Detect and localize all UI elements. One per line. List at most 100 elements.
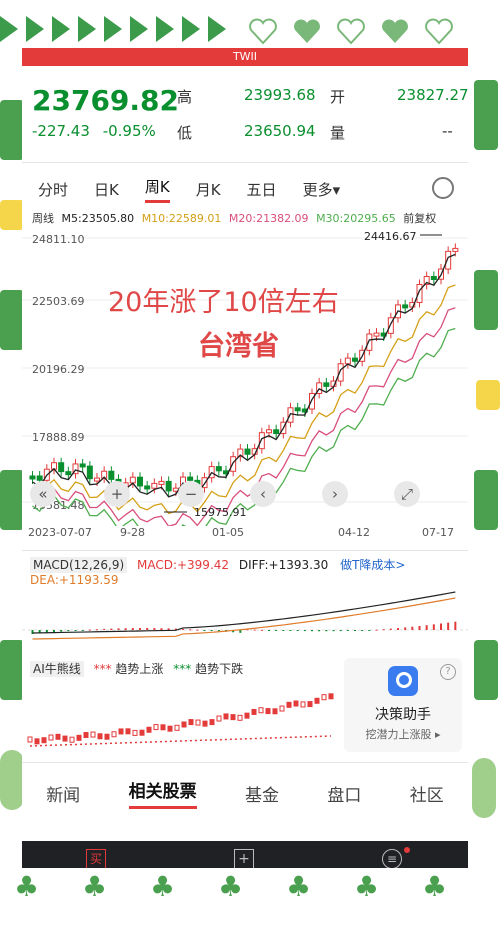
macd-bar [96, 629, 98, 631]
assistant-subtitle: 挖潜力上涨股 ▸ [365, 728, 441, 741]
ai-candle [167, 725, 173, 732]
macd-bar [454, 621, 457, 630]
candle [165, 480, 172, 492]
tab-monthly-k[interactable]: 月K [196, 179, 221, 200]
macd-bar [296, 630, 299, 631]
tab-related-stocks[interactable]: 相关股票 [128, 777, 197, 809]
up-trend-marker: *** [93, 662, 112, 676]
macd-bar [53, 630, 55, 633]
ma10-value: M10:22589.01 [141, 212, 222, 225]
period-tabs: 分时 日K 周K 月K 五日 更多▾ [22, 173, 468, 205]
ma30-value: M30:20295.65 [316, 212, 396, 225]
y-tick-label: 20196.29 [32, 363, 85, 376]
macd-bar [110, 628, 113, 630]
ai-candle [279, 705, 285, 712]
tab-intraday[interactable]: 分时 [38, 179, 68, 200]
macd-bar [318, 630, 321, 632]
ai-candle [125, 728, 131, 735]
volume-label: 量 [330, 124, 346, 142]
high-value: 23993.68 [244, 86, 316, 104]
macd-bar [397, 628, 399, 630]
candle [137, 476, 143, 487]
help-icon[interactable]: ? [440, 664, 456, 680]
macd-bar [210, 630, 213, 631]
heart-icon [249, 18, 277, 45]
macd-bar [67, 630, 70, 632]
tab-news[interactable]: 新闻 [46, 781, 80, 806]
fullscreen-button[interactable]: ⤢ [394, 481, 420, 507]
t-trade-link[interactable]: 做T降成本> [340, 558, 405, 572]
macd-selector[interactable]: MACD(12,26,9) [30, 557, 128, 573]
settings-icon[interactable] [432, 177, 454, 199]
candle [158, 480, 165, 485]
candle [187, 476, 194, 481]
clover-decoration: ♣ [354, 870, 380, 903]
heart-icon [294, 19, 320, 43]
macd-bar [432, 624, 435, 630]
previous-button[interactable]: ‹ [250, 481, 276, 507]
macd-chart [22, 591, 468, 640]
macd-bar [103, 628, 106, 630]
macd-bar [404, 627, 407, 630]
macd-bar [74, 630, 77, 631]
candle [144, 485, 151, 490]
macd-bar [153, 628, 156, 630]
next-button[interactable]: › [322, 481, 348, 507]
candle [352, 357, 358, 362]
macd-bar [81, 630, 84, 631]
ai-selector[interactable]: AI牛熊线 [30, 661, 84, 677]
tab-weekly-k[interactable]: 周K [144, 176, 170, 203]
x-tick-label: 9-28 [120, 526, 145, 539]
menu-icon[interactable]: ≡ [382, 849, 402, 869]
clover-decoration: ♣ [150, 870, 176, 903]
add-icon[interactable]: + [234, 849, 254, 869]
notification-dot [404, 847, 410, 853]
down-trend-label: 趋势下跌 [195, 662, 244, 676]
ai-candle [321, 694, 327, 701]
diff-line [32, 591, 456, 634]
current-price: 23769.82 [32, 84, 180, 117]
macd-bar [189, 629, 192, 631]
macd-bar [339, 630, 342, 632]
low-value: 23650.94 [244, 122, 316, 140]
zoom-in-button[interactable]: + [104, 481, 130, 507]
candle [373, 332, 380, 337]
macd-bar [203, 630, 206, 631]
candle [244, 448, 251, 455]
tab-daily-k[interactable]: 日K [94, 179, 119, 200]
buy-icon[interactable]: 买 [86, 849, 106, 869]
candle [273, 429, 280, 435]
candle [108, 470, 115, 480]
zoom-out-button[interactable]: − [178, 481, 204, 507]
candle [86, 465, 93, 480]
candle [323, 382, 330, 387]
gift-decoration [0, 100, 24, 160]
dea-line [32, 597, 456, 640]
tab-order-book[interactable]: 盘口 [327, 781, 361, 806]
clover-decoration: ♣ [286, 870, 312, 903]
macd-bar [239, 630, 242, 633]
ai-candle [27, 736, 33, 743]
tab-more[interactable]: 更多▾ [303, 179, 341, 200]
macd-bar [368, 630, 371, 631]
change-percent: -0.95% [102, 122, 156, 140]
ai-candle [265, 708, 271, 715]
tab-funds[interactable]: 基金 [245, 781, 279, 806]
ai-candle [258, 707, 264, 714]
ai-candle [307, 701, 313, 708]
ai-candle [244, 712, 250, 719]
decision-assistant-card[interactable]: ? 决策助手 挖潜力上涨股 ▸ [344, 658, 462, 752]
ai-bull-bear-legend: AI牛熊线 *** 趋势上涨 *** 趋势下跌 [30, 660, 243, 677]
y-tick-label: 17888.89 [32, 431, 85, 444]
macd-bar [88, 629, 91, 631]
macd-bar [282, 630, 285, 631]
x-tick-label: 2023-07-07 [28, 526, 92, 539]
change-value: -227.43 [32, 122, 90, 140]
scroll-left-button[interactable]: « [30, 481, 56, 507]
tab-community[interactable]: 社区 [410, 781, 444, 806]
candle [151, 482, 158, 489]
candle [430, 276, 437, 281]
ai-candle [188, 719, 194, 726]
x-tick-label: 01-05 [212, 526, 244, 539]
tab-five-day[interactable]: 五日 [247, 179, 277, 200]
